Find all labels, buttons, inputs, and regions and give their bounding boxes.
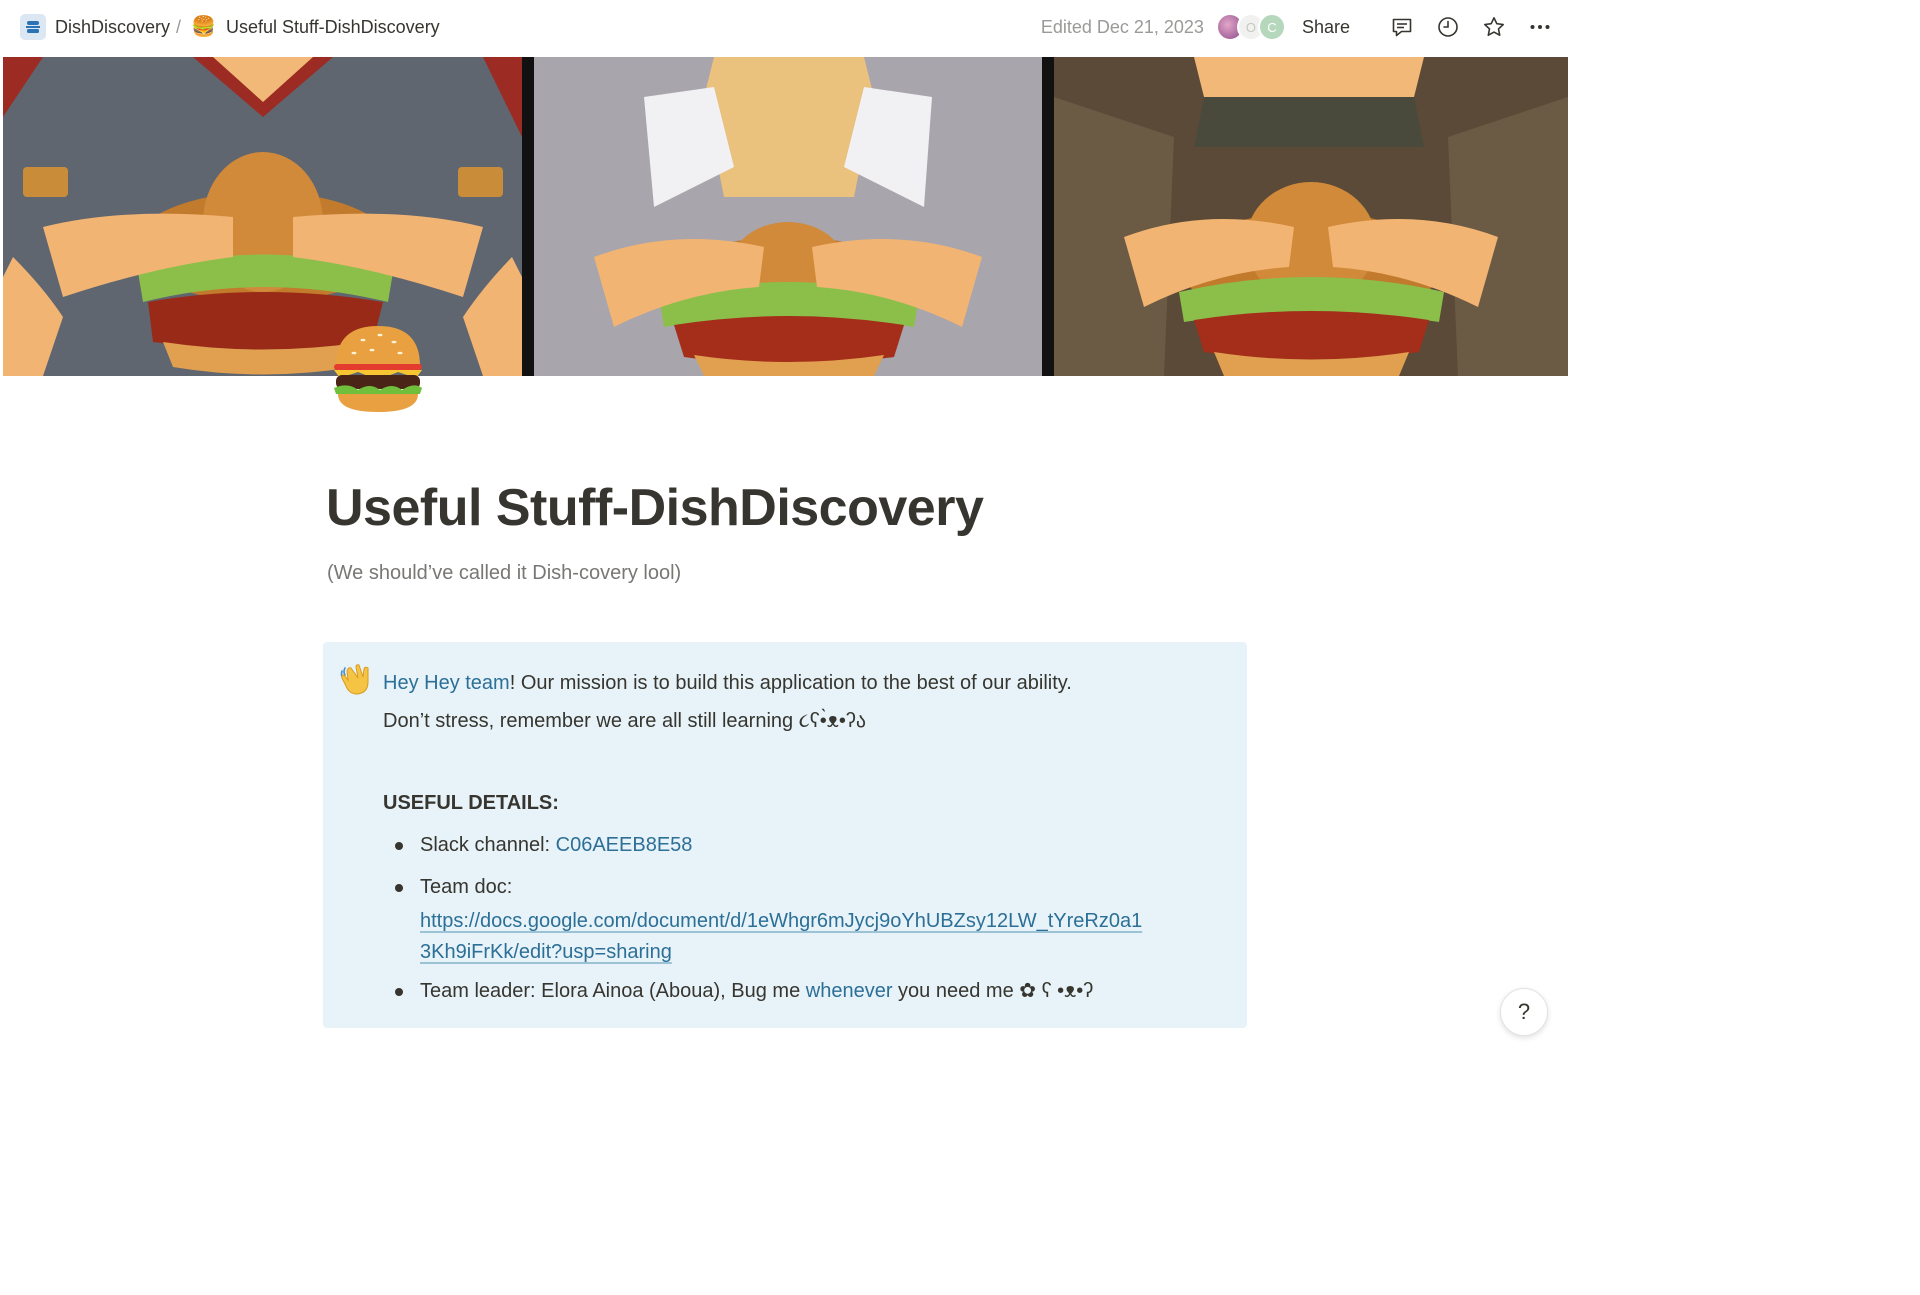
comment-icon[interactable] — [1388, 13, 1416, 41]
collaborator-avatars[interactable]: O C — [1215, 13, 1286, 41]
team-leader-text: Team leader: Elora Ainoa (Aboua), Bug me — [420, 980, 806, 1002]
help-button[interactable]: ? — [1500, 988, 1548, 1036]
whenever-link[interactable]: whenever — [806, 980, 893, 1002]
workspace-icon[interactable] — [20, 14, 46, 40]
top-bar: DishDiscovery / 🍔 Useful Stuff-DishDisco… — [0, 0, 1568, 54]
burger-icon[interactable] — [328, 320, 428, 420]
slack-channel-link[interactable]: C06AEEB8E58 — [556, 834, 693, 856]
avatar[interactable]: C — [1257, 13, 1286, 41]
list-item: Slack channel: C06AEEB8E58 — [383, 826, 1233, 864]
team-doc-link[interactable]: https://docs.google.com/document/d/1eWhg… — [420, 910, 1142, 932]
page-title[interactable]: Useful Stuff-DishDiscovery — [326, 478, 984, 538]
callout-block[interactable]: Hey Hey team! Our mission is to build th… — [323, 642, 1247, 1028]
team-doc-label: Team doc: — [420, 876, 513, 898]
slack-label: Slack channel: — [420, 834, 556, 856]
list-item: Team doc: https://docs.google.com/docume… — [383, 868, 1233, 968]
cover-panel — [3, 57, 522, 376]
breadcrumb-workspace[interactable]: DishDiscovery — [55, 17, 170, 38]
cover-panel — [1054, 57, 1568, 376]
waving-hand-icon[interactable] — [339, 662, 373, 696]
breadcrumb-page-emoji: 🍔 — [191, 16, 216, 38]
cover-panel — [534, 57, 1042, 376]
useful-details-heading: USEFUL DETAILS: — [383, 792, 559, 814]
details-list: Slack channel: C06AEEB8E58 Team doc: htt… — [383, 826, 1233, 1010]
team-doc-link-line-1[interactable]: https://docs.google.com/document/d/1eWhg… — [420, 906, 1233, 937]
star-icon[interactable] — [1480, 13, 1508, 41]
breadcrumb-page[interactable]: Useful Stuff-DishDiscovery — [226, 17, 440, 38]
team-doc-link-line-2[interactable]: 3Kh9iFrKk/edit?usp=sharing — [420, 937, 1233, 968]
cover-image[interactable] — [3, 57, 1568, 376]
more-icon[interactable] — [1526, 13, 1554, 41]
callout-line-1: Hey Hey team! Our mission is to build th… — [383, 664, 1233, 702]
team-leader-suffix: you need me ✿ ʕ •ᴥ•ʔ — [892, 980, 1094, 1002]
callout-content[interactable]: Hey Hey team! Our mission is to build th… — [383, 664, 1233, 1014]
mission-text: ! Our mission is to build this applicati… — [509, 672, 1072, 694]
edited-timestamp: Edited Dec 21, 2023 — [1040, 16, 1204, 37]
callout-line-2: Don’t stress, remember we are all still … — [383, 710, 867, 732]
breadcrumb: DishDiscovery / 🍔 Useful Stuff-DishDisco… — [20, 14, 440, 40]
hey-team-link[interactable]: Hey Hey team — [383, 672, 510, 694]
share-button[interactable]: Share — [1302, 17, 1350, 38]
empty-line — [383, 740, 1233, 784]
list-item: Team leader: Elora Ainoa (Aboua), Bug me… — [383, 972, 1233, 1010]
history-icon[interactable] — [1434, 13, 1462, 41]
page-subtitle[interactable]: (We should’ve called it Dish-covery lool… — [327, 562, 681, 585]
breadcrumb-separator: / — [176, 16, 182, 37]
top-actions: Edited Dec 21, 2023 O C Share — [1041, 0, 1554, 54]
team-doc-link[interactable]: 3Kh9iFrKk/edit?usp=sharing — [420, 941, 672, 963]
